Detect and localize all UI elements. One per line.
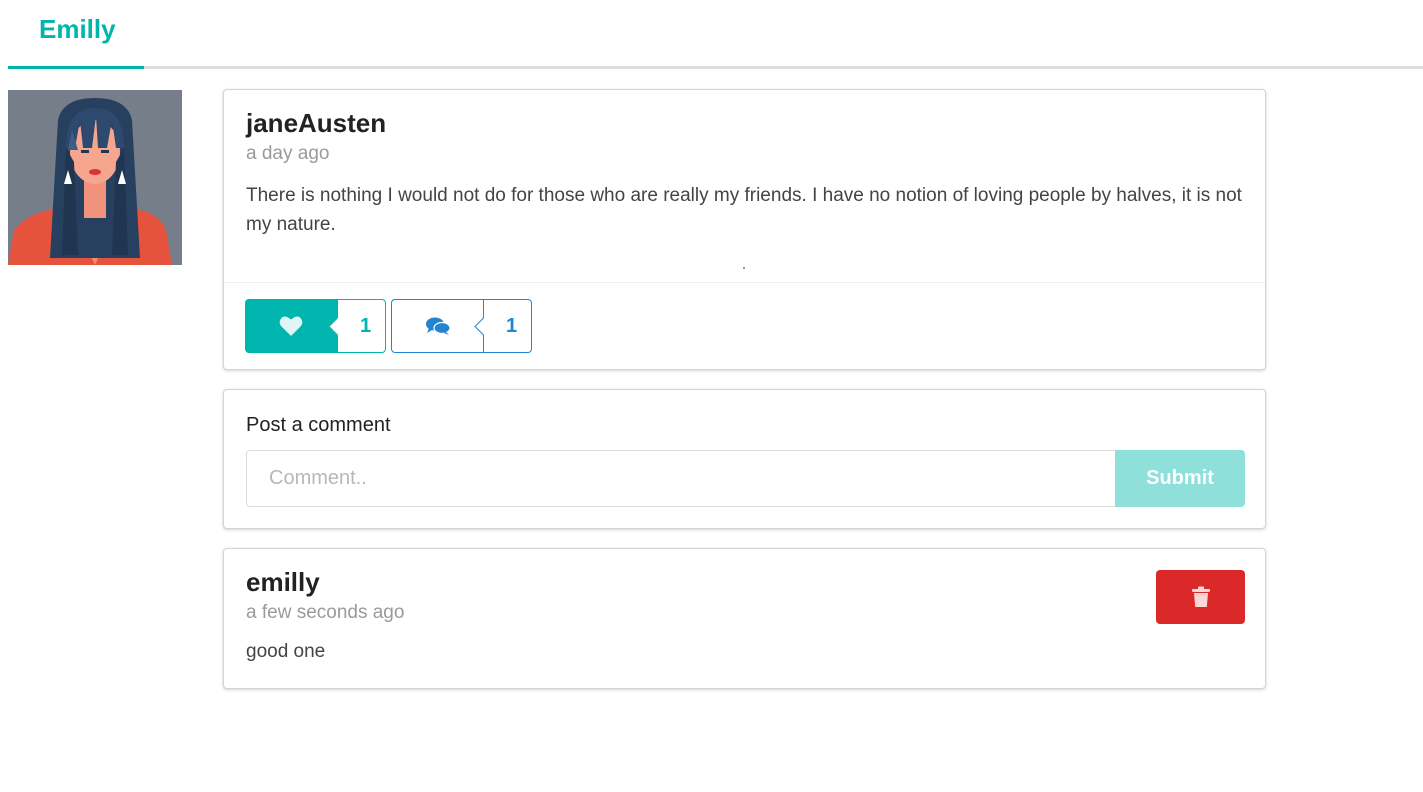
top-menu: Emilly <box>8 0 1423 69</box>
comment-card: emilly a few seconds ago good one <box>223 548 1266 689</box>
submit-button[interactable]: Submit <box>1115 450 1245 507</box>
post-time: a day ago <box>246 143 330 164</box>
avatar <box>8 90 182 265</box>
comment-input[interactable] <box>246 450 1116 507</box>
comments-count[interactable]: 1 <box>483 299 532 353</box>
comments-icon <box>425 317 451 335</box>
heart-icon <box>279 316 303 336</box>
comment-time: a few seconds ago <box>246 602 405 623</box>
post-text: There is nothing I would not do for thos… <box>246 185 1242 235</box>
post-divider <box>224 282 1265 283</box>
comment-text: good one <box>246 641 326 662</box>
post-author[interactable]: janeAusten <box>246 108 386 139</box>
tab-emilly[interactable]: Emilly <box>8 0 144 69</box>
post-card: janeAusten a day ago There is nothing I … <box>223 89 1266 370</box>
like-count[interactable]: 1 <box>337 299 386 353</box>
comments-button[interactable]: 1 <box>391 299 532 353</box>
like-button-main[interactable] <box>245 299 337 353</box>
woman-avatar-icon <box>8 90 182 265</box>
like-button[interactable]: 1 <box>245 299 386 353</box>
comments-button-main[interactable] <box>391 299 483 353</box>
comment-author[interactable]: emilly <box>246 567 320 598</box>
divider-speck <box>743 267 745 269</box>
comment-form-label: Post a comment <box>246 414 391 436</box>
like-count-value: 1 <box>359 314 372 337</box>
comment-form-card: Post a comment Submit <box>223 389 1266 529</box>
comments-count-value: 1 <box>505 314 518 337</box>
delete-comment-button[interactable] <box>1156 570 1245 624</box>
trash-icon <box>1191 586 1210 607</box>
tab-label: Emilly <box>39 14 116 44</box>
